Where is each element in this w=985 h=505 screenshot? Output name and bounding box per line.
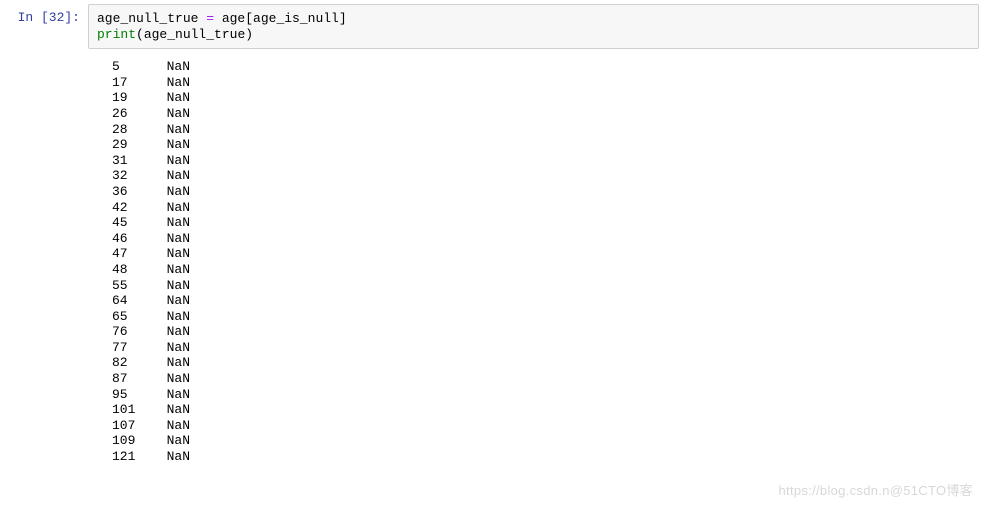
output-row: 5 NaN 17 NaN 19 NaN 26 NaN 28 NaN 29 NaN… bbox=[0, 49, 985, 468]
code-token: age_null_true bbox=[144, 27, 245, 42]
output-area: 5 NaN 17 NaN 19 NaN 26 NaN 28 NaN 29 NaN… bbox=[88, 49, 198, 468]
code-token: ( bbox=[136, 27, 144, 42]
code-input-area[interactable]: age_null_true = age[age_is_null] print(a… bbox=[88, 4, 979, 49]
code-token: age_null_true bbox=[97, 11, 206, 26]
code-token: print bbox=[97, 27, 136, 42]
watermark-text: https://blog.csdn.n@51CTO博客 bbox=[779, 483, 973, 499]
input-prompt: In [32]: bbox=[0, 4, 88, 49]
code-cell: In [32]: age_null_true = age[age_is_null… bbox=[0, 0, 985, 49]
code-token: = bbox=[206, 11, 214, 26]
code-token: age[age_is_null] bbox=[214, 11, 347, 26]
code-token: ) bbox=[245, 27, 253, 42]
